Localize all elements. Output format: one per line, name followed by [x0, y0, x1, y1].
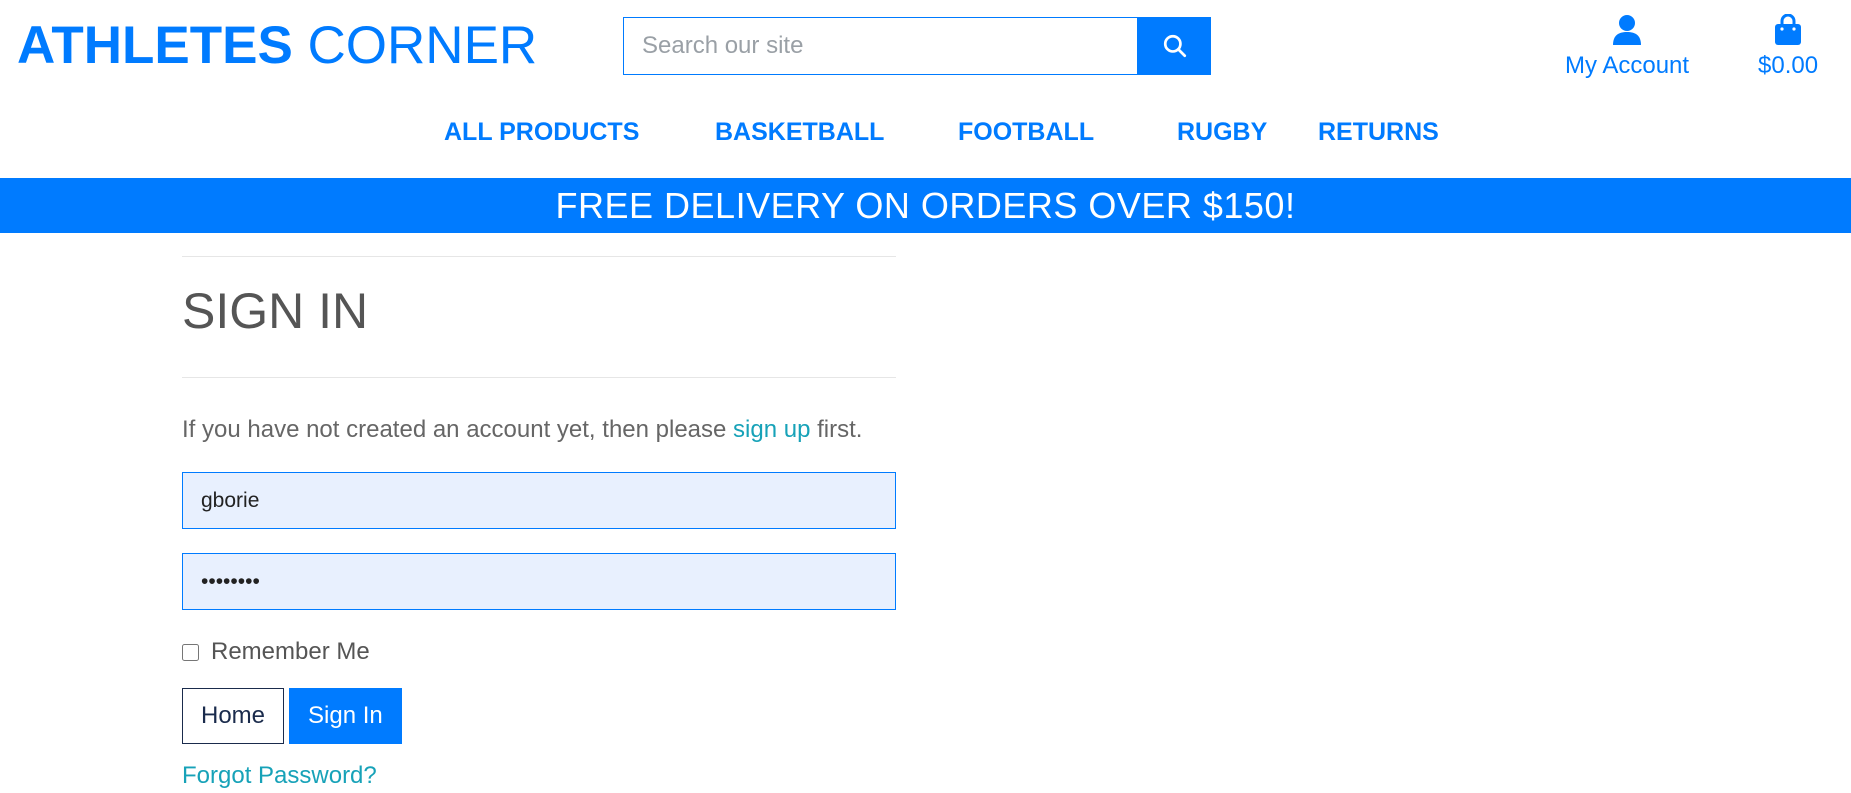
nav-item-basketball[interactable]: BASKETBALL: [715, 118, 884, 147]
remember-me[interactable]: Remember Me: [182, 638, 896, 666]
delivery-banner: FREE DELIVERY ON ORDERS OVER $150!: [0, 178, 1851, 233]
my-account-link[interactable]: My Account: [1565, 10, 1689, 80]
form-actions: Home Sign In: [182, 688, 896, 744]
site-logo[interactable]: ATHLETES CORNER: [17, 14, 537, 78]
user-icon: [1612, 10, 1642, 46]
username-field[interactable]: [182, 472, 896, 529]
forgot-password-link[interactable]: Forgot Password?: [182, 762, 896, 790]
signup-prompt-before: If you have not created an account yet, …: [182, 416, 734, 443]
search-button[interactable]: [1138, 17, 1211, 75]
bag-total: $0.00: [1758, 52, 1819, 79]
main-nav: ALL PRODUCTS BASKETBALL FOOTBALL RUGBY R…: [0, 118, 1851, 158]
remember-me-checkbox[interactable]: [182, 643, 199, 661]
divider-top: [182, 256, 896, 257]
brand-part1: ATHLETES: [17, 16, 293, 75]
remember-me-label: Remember Me: [211, 638, 370, 665]
signin-section: SIGN IN If you have not created an accou…: [182, 256, 896, 790]
shopping-bag-link[interactable]: $0.00: [1758, 10, 1818, 80]
brand-part2: CORNER: [307, 16, 538, 75]
shopping-bag-icon: [1774, 10, 1802, 46]
signup-link[interactable]: sign up: [733, 416, 810, 443]
page-title: SIGN IN: [182, 283, 369, 339]
divider-bottom: [182, 377, 896, 378]
search-form: [623, 17, 1211, 75]
nav-item-returns[interactable]: RETURNS: [1318, 118, 1439, 147]
my-account-label: My Account: [1565, 52, 1690, 79]
password-field[interactable]: [182, 553, 896, 610]
search-icon: [1163, 34, 1186, 58]
signup-prompt-after: first.: [810, 416, 863, 443]
nav-item-rugby[interactable]: RUGBY: [1177, 118, 1267, 147]
sign-in-button[interactable]: Sign In: [289, 688, 402, 744]
nav-item-football[interactable]: FOOTBALL: [958, 118, 1094, 147]
home-button[interactable]: Home: [182, 688, 285, 744]
signup-prompt: If you have not created an account yet, …: [182, 416, 896, 444]
search-input[interactable]: [623, 17, 1138, 75]
nav-item-all-products[interactable]: ALL PRODUCTS: [444, 118, 639, 147]
